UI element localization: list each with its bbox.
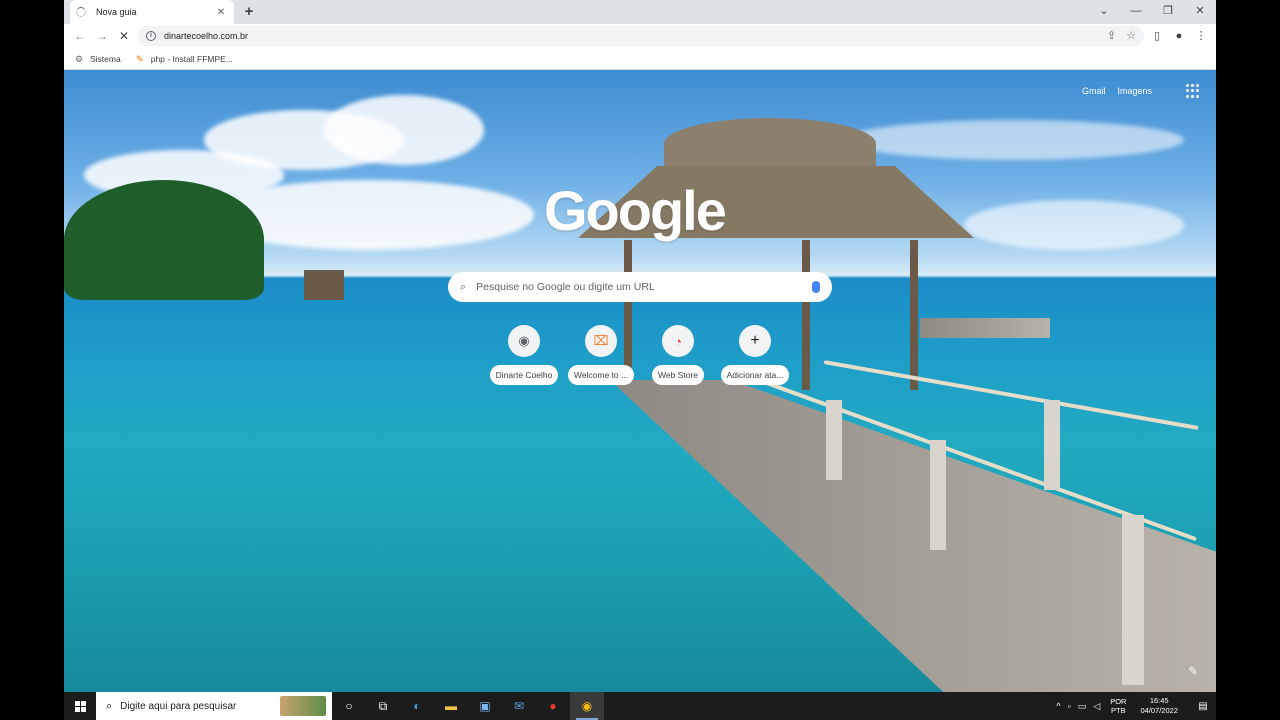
clock-date: 04/07/2022 <box>1140 706 1178 715</box>
site-info-icon[interactable]: i <box>146 31 156 41</box>
windows-taskbar: ⌕ Digite aqui para pesquisar ○ ⧉ ◐ ▬ ▣ ✉… <box>64 692 1216 720</box>
taskbar-search[interactable]: ⌕ Digite aqui para pesquisar <box>96 692 332 720</box>
customize-pencil-icon[interactable]: ✎ <box>1188 664 1198 678</box>
background-island <box>64 180 264 300</box>
shortcut-label: Web Store <box>651 365 704 385</box>
tab-nova-guia[interactable]: Nova guia ✕ <box>70 0 234 24</box>
search-box[interactable]: ⌕ <box>448 272 832 302</box>
bookmark-label: php - Install FFMPE... <box>150 53 233 64</box>
edge-icon[interactable]: ◐ <box>400 692 434 720</box>
file-explorer-icon[interactable]: ▬ <box>434 692 468 720</box>
background-pole <box>1122 515 1144 685</box>
close-window-button[interactable]: ✕ <box>1184 0 1216 24</box>
background-hut-roof <box>664 118 876 170</box>
web-store-icon: ◔ <box>662 325 694 357</box>
chevron-up-icon[interactable]: ^ <box>1056 701 1060 712</box>
xampp-icon: ⌧ <box>585 325 617 357</box>
search-input[interactable] <box>476 281 812 293</box>
bookmark-php[interactable]: ✎ php - Install FFMPE... <box>135 54 233 64</box>
store-icon[interactable]: ▣ <box>468 692 502 720</box>
shortcut-label: Welcome to ... <box>567 365 635 385</box>
shortcut-web-store[interactable]: ◔ Web Store <box>642 325 714 385</box>
forward-button[interactable]: → <box>94 28 110 44</box>
google-apps-icon[interactable] <box>1186 84 1200 98</box>
google-logo: Google <box>544 179 727 242</box>
start-button[interactable] <box>64 692 96 720</box>
background-post <box>910 240 918 390</box>
background-cloud <box>964 200 1184 250</box>
screen: Nova guia ✕ + ⌄ — ❐ ✕ ← → ✕ i dinartecoe… <box>64 0 1216 720</box>
shortcut-label: Dinarte Coelho <box>489 365 559 385</box>
tab-title: Nova guia <box>96 7 137 17</box>
language-indicator[interactable]: POR PTB <box>1110 697 1126 715</box>
stop-loading-button[interactable]: ✕ <box>116 28 132 44</box>
notification-icon[interactable]: ▤ <box>1190 701 1216 712</box>
search-highlight-image <box>280 696 326 716</box>
gmail-link[interactable]: Gmail <box>1082 86 1106 96</box>
cortana-icon[interactable]: ○ <box>332 692 366 720</box>
background-rope <box>823 360 1199 430</box>
system-tray: ^ ▫ ▭ ◁ POR PTB 16:45 04/07/2022 ▤ <box>1056 692 1216 720</box>
bookmarks-bar: ⚙ Sistema ✎ php - Install FFMPE... <box>64 48 1216 70</box>
toolbar: ← → ✕ i dinartecoelho.com.br ⇪ ☆ ▯ ● ⋮ <box>64 24 1216 48</box>
php-icon: ✎ <box>135 53 144 64</box>
background-small-hut <box>304 270 344 300</box>
address-bar[interactable]: i dinartecoelho.com.br ⇪ ☆ <box>138 26 1144 46</box>
restore-button[interactable]: ❐ <box>1152 0 1184 24</box>
bookmark-star-icon[interactable]: ☆ <box>1126 29 1136 42</box>
recorder-icon[interactable]: ● <box>536 692 570 720</box>
network-icon[interactable]: ▭ <box>1078 701 1087 712</box>
bookmark-sistema[interactable]: ⚙ Sistema <box>74 54 121 64</box>
windows-logo-icon <box>74 700 86 712</box>
device-icon[interactable]: ▫ <box>1068 701 1071 712</box>
background-cloud <box>844 120 1184 160</box>
minimize-button[interactable]: — <box>1120 0 1152 24</box>
taskbar-search-text: Digite aqui para pesquisar <box>120 700 237 712</box>
shortcut-label: Adicionar ata... <box>720 365 790 385</box>
bookmark-label: Sistema <box>90 53 121 64</box>
shortcut-dinarte-coelho[interactable]: ◉ Dinarte Coelho <box>488 325 560 385</box>
url-text[interactable]: dinartecoelho.com.br <box>164 31 248 41</box>
language-code: POR <box>1110 697 1127 706</box>
volume-icon[interactable]: ◁ <box>1093 701 1100 712</box>
loading-spinner-icon <box>76 7 86 17</box>
mail-icon[interactable]: ✉ <box>502 692 536 720</box>
plus-icon: + <box>739 325 771 357</box>
background-pole <box>1044 400 1060 490</box>
top-links: Gmail Imagens <box>1082 86 1152 96</box>
shortcuts: ◉ Dinarte Coelho ⌧ Welcome to ... ◔ Web … <box>488 325 791 385</box>
tab-search-dropdown-icon[interactable]: ⌄ <box>1088 0 1120 24</box>
images-link[interactable]: Imagens <box>1117 86 1152 96</box>
share-icon[interactable]: ⇪ <box>1107 29 1116 42</box>
chrome-icon[interactable]: ◉ <box>570 692 604 720</box>
site-favicon-icon: ◉ <box>508 325 540 357</box>
background-post <box>802 240 810 390</box>
shortcut-add[interactable]: + Adicionar ata... <box>719 325 791 385</box>
background-cloud <box>324 95 484 165</box>
profile-icon[interactable]: ● <box>1172 29 1186 43</box>
background-pier <box>920 318 1050 338</box>
shortcut-welcome[interactable]: ⌧ Welcome to ... <box>565 325 637 385</box>
microphone-icon[interactable] <box>812 281 820 293</box>
clock[interactable]: 16:45 04/07/2022 <box>1140 696 1178 716</box>
clock-time: 16:45 <box>1149 696 1169 705</box>
tab-strip: Nova guia ✕ + ⌄ — ❐ ✕ <box>64 0 1216 24</box>
task-view-icon[interactable]: ⧉ <box>366 692 400 720</box>
back-button[interactable]: ← <box>72 28 88 44</box>
new-tab-page: Gmail Imagens Google ⌕ ◉ Dinarte Coelho … <box>64 70 1216 692</box>
search-icon: ⌕ <box>460 280 467 293</box>
gear-icon: ⚙ <box>74 53 84 64</box>
keyboard-layout: PTB <box>1111 706 1126 715</box>
menu-kebab-icon[interactable]: ⋮ <box>1194 29 1208 43</box>
search-icon: ⌕ <box>106 699 113 712</box>
background-pole <box>930 440 946 550</box>
background-pole <box>826 400 842 480</box>
side-panel-icon[interactable]: ▯ <box>1150 29 1164 43</box>
tab-close-icon[interactable]: ✕ <box>214 7 228 18</box>
new-tab-button[interactable]: + <box>240 3 258 21</box>
